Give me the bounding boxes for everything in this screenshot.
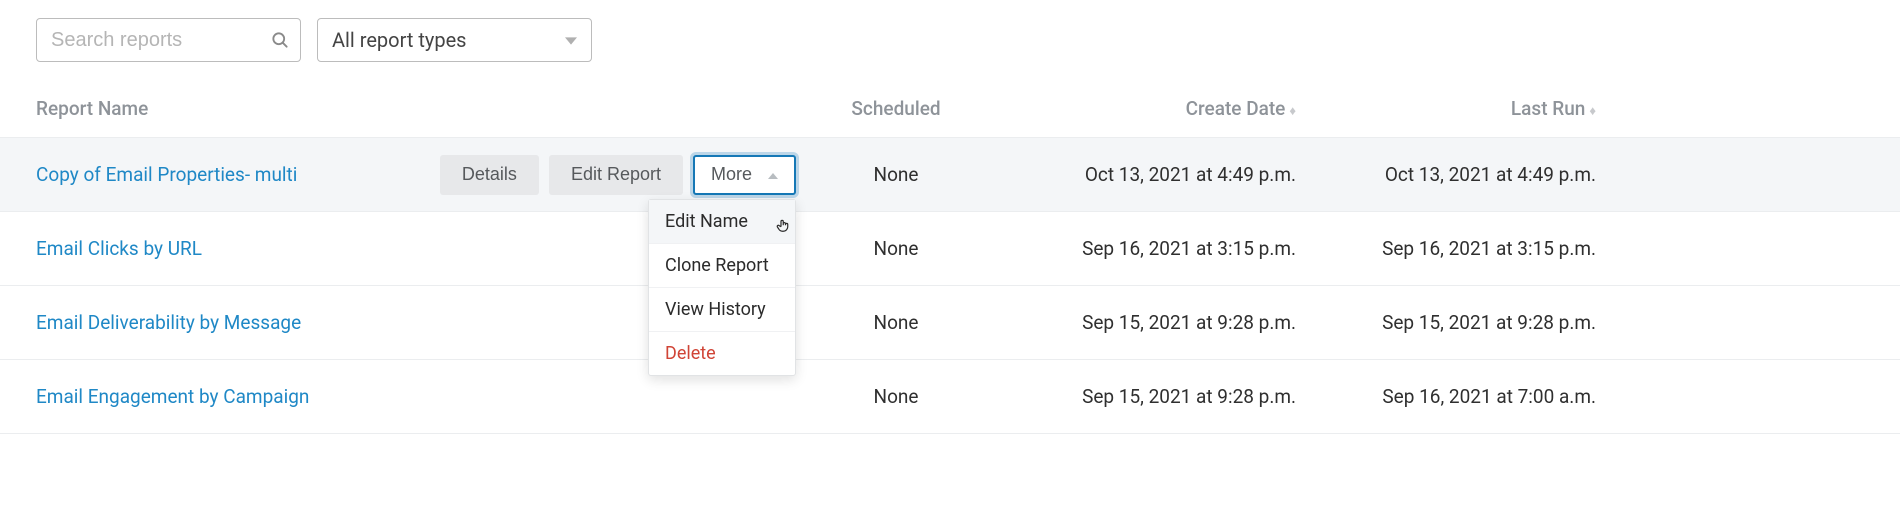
cell-create-date: Sep 15, 2021 at 9:28 p.m. <box>996 311 1296 334</box>
sort-indicator-icon: ♦ <box>1289 104 1296 119</box>
more-dropdown: Edit Name Clone Report View History Dele… <box>648 199 796 376</box>
cell-create-date: Sep 15, 2021 at 9:28 p.m. <box>996 385 1296 408</box>
search-input[interactable] <box>37 19 300 61</box>
col-last-run[interactable]: Last Run♦ <box>1296 97 1596 120</box>
report-name-link[interactable]: Email Deliverability by Message <box>36 311 416 334</box>
report-name-link[interactable]: Copy of Email Properties- multi <box>36 163 416 186</box>
table-row: Email Engagement by Campaign None Sep 15… <box>0 360 1900 434</box>
cell-scheduled: None <box>796 237 996 260</box>
details-button[interactable]: Details <box>440 155 539 195</box>
sort-indicator-icon: ♦ <box>1589 104 1596 119</box>
table-header: Report Name Scheduled Create Date♦ Last … <box>0 80 1900 138</box>
cell-scheduled: None <box>796 311 996 334</box>
chevron-up-icon <box>768 164 778 185</box>
dropdown-item-clone-report[interactable]: Clone Report <box>649 244 795 288</box>
chevron-down-icon <box>565 28 577 52</box>
table-row: Email Clicks by URL None Sep 16, 2021 at… <box>0 212 1900 286</box>
col-report-name[interactable]: Report Name <box>36 97 416 120</box>
pointer-cursor-icon <box>775 216 793 241</box>
more-button[interactable]: More <box>693 155 796 195</box>
cell-scheduled: None <box>796 385 996 408</box>
search-icon[interactable] <box>270 30 290 50</box>
report-type-filter-label: All report types <box>332 28 467 52</box>
edit-report-button[interactable]: Edit Report <box>549 155 683 195</box>
cell-scheduled: None <box>796 163 996 186</box>
table-row: Copy of Email Properties- multi Details … <box>0 138 1900 212</box>
col-create-date[interactable]: Create Date♦ <box>996 97 1296 120</box>
report-name-link[interactable]: Email Clicks by URL <box>36 237 416 260</box>
cell-last-run: Sep 16, 2021 at 3:15 p.m. <box>1296 237 1596 260</box>
cell-create-date: Oct 13, 2021 at 4:49 p.m. <box>996 163 1296 186</box>
reports-table: Report Name Scheduled Create Date♦ Last … <box>0 80 1900 434</box>
report-name-link[interactable]: Email Engagement by Campaign <box>36 385 416 408</box>
search-input-wrap <box>36 18 301 62</box>
dropdown-item-delete[interactable]: Delete <box>649 332 795 375</box>
row-actions: Details Edit Report More Edit Name <box>416 155 796 195</box>
cell-last-run: Sep 16, 2021 at 7:00 a.m. <box>1296 385 1596 408</box>
cell-last-run: Oct 13, 2021 at 4:49 p.m. <box>1296 163 1596 186</box>
report-type-filter[interactable]: All report types <box>317 18 592 62</box>
cell-last-run: Sep 15, 2021 at 9:28 p.m. <box>1296 311 1596 334</box>
dropdown-item-view-history[interactable]: View History <box>649 288 795 332</box>
dropdown-item-edit-name[interactable]: Edit Name <box>649 200 795 244</box>
col-scheduled[interactable]: Scheduled <box>796 97 996 120</box>
table-row: Email Deliverability by Message None Sep… <box>0 286 1900 360</box>
cell-create-date: Sep 16, 2021 at 3:15 p.m. <box>996 237 1296 260</box>
